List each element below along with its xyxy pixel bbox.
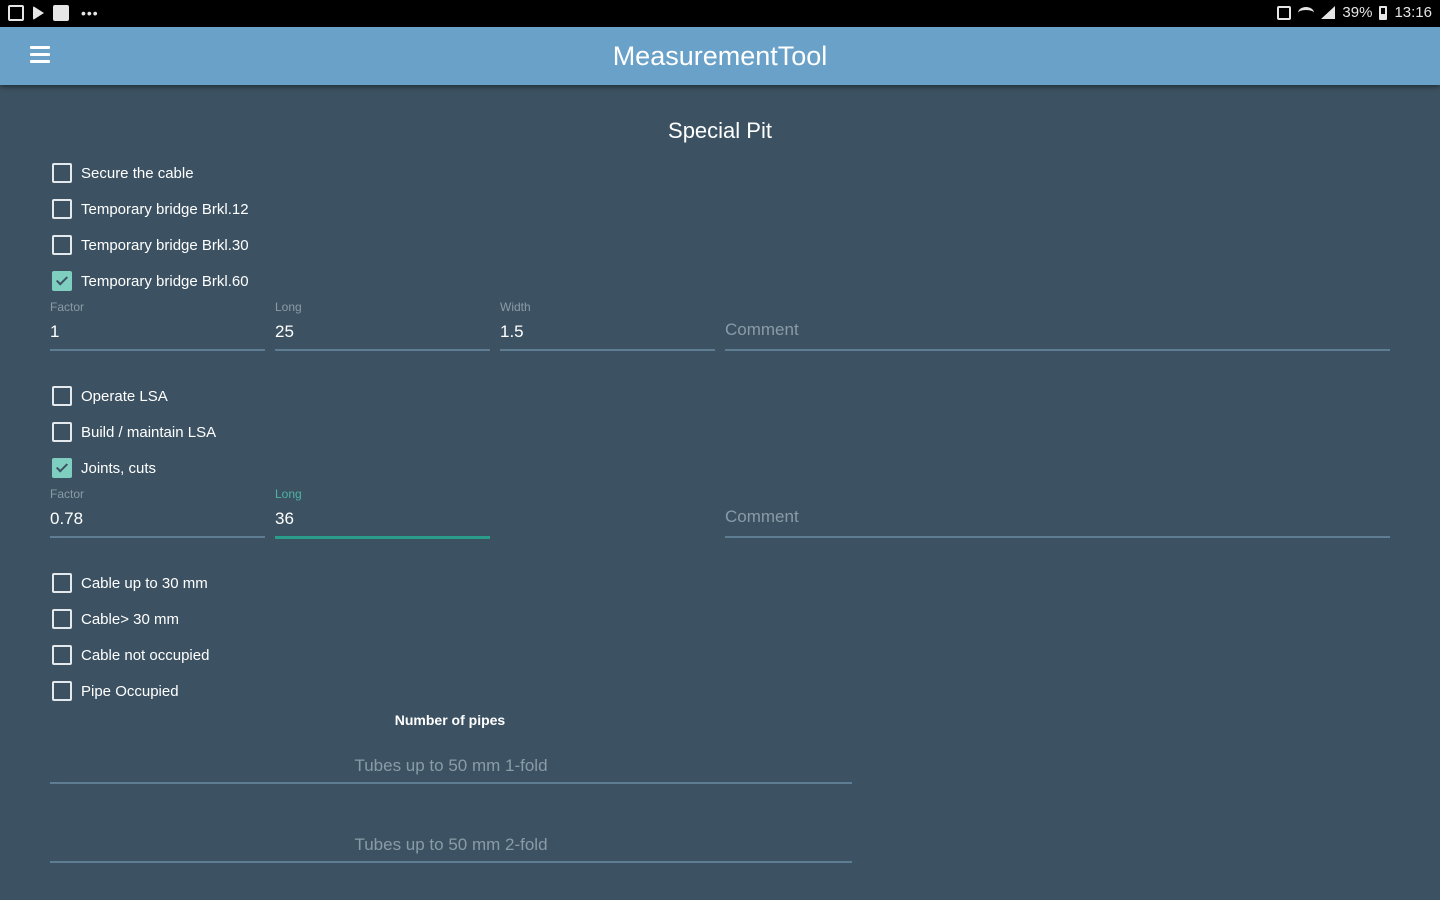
long-field-1[interactable]: Long 25: [275, 300, 490, 356]
width-field-1[interactable]: Width 1.5: [500, 300, 715, 356]
checkbox-label: Secure the cable: [81, 164, 194, 182]
status-left-icons: •••: [8, 5, 99, 21]
check-icon: [55, 273, 69, 286]
field-value[interactable]: 1.5: [500, 322, 524, 342]
field-label: Factor: [50, 300, 85, 314]
checkbox-temp-bridge-30[interactable]: Temporary bridge Brkl.30: [52, 233, 249, 257]
status-bar: ••• 39% 13:16: [0, 0, 1440, 27]
clock: 13:16: [1394, 4, 1432, 21]
checkbox-box[interactable]: [52, 645, 72, 665]
field-placeholder[interactable]: Tubes up to 50 mm 2-fold: [50, 835, 852, 855]
checkbox-temp-bridge-12[interactable]: Temporary bridge Brkl.12: [52, 197, 249, 221]
field-value[interactable]: 1: [50, 322, 59, 342]
checkbox-box[interactable]: [52, 422, 72, 442]
checkbox-operate-lsa[interactable]: Operate LSA: [52, 384, 168, 408]
field-label: Width: [500, 300, 531, 314]
checkbox-pipe-occupied[interactable]: Pipe Occupied: [52, 679, 179, 703]
field-underline: [50, 782, 852, 784]
factor-field-2[interactable]: Factor 0.78: [50, 487, 265, 543]
checkbox-label: Temporary bridge Brkl.30: [81, 236, 249, 254]
field-underline: [50, 861, 852, 863]
tubes-1-fold-input[interactable]: Tubes up to 50 mm 1-fold: [50, 750, 852, 790]
tubes-2-fold-input[interactable]: Tubes up to 50 mm 2-fold: [50, 829, 852, 869]
comment-field-1[interactable]: Comment: [725, 300, 1390, 356]
mute-icon: [1277, 5, 1292, 20]
field-underline: [725, 349, 1390, 351]
battery-icon: [1379, 5, 1388, 20]
field-label: Long: [275, 487, 302, 501]
checkbox-temp-bridge-60[interactable]: Temporary bridge Brkl.60: [52, 269, 249, 293]
status-right: 39% 13:16: [1277, 4, 1432, 21]
checkbox-label: Operate LSA: [81, 387, 168, 405]
checkbox-build-maintain-lsa[interactable]: Build / maintain LSA: [52, 420, 216, 444]
wifi-icon: [1298, 6, 1315, 19]
checkbox-label: Joints, cuts: [81, 459, 157, 477]
checkbox-box[interactable]: [52, 386, 72, 406]
signal-icon: [1321, 6, 1336, 19]
checkbox-box[interactable]: [52, 163, 72, 183]
checkbox-label: Build / maintain LSA: [81, 423, 217, 441]
checkbox-secure-cable[interactable]: Secure the cable: [52, 161, 194, 185]
check-icon: [55, 460, 69, 473]
field-underline: [50, 349, 265, 351]
checkbox-label: Cable not occupied: [81, 646, 210, 664]
checkbox-box[interactable]: [52, 681, 72, 701]
checkbox-box-checked[interactable]: [52, 458, 72, 478]
field-label: Factor: [50, 487, 85, 501]
factor-field-1[interactable]: Factor 1: [50, 300, 265, 356]
play-store-icon: [33, 6, 44, 20]
checkbox-box[interactable]: [52, 573, 72, 593]
checkbox-label: Temporary bridge Brkl.60: [81, 272, 249, 290]
field-underline: [50, 536, 265, 538]
app-bar: MeasurementTool: [0, 27, 1440, 85]
battery-percent: 39%: [1342, 4, 1373, 21]
more-dots-icon: •••: [81, 5, 99, 21]
field-underline: [500, 349, 715, 351]
checkbox-label: Pipe Occupied: [81, 682, 179, 700]
field-underline: [725, 536, 1390, 538]
field-value[interactable]: 36: [275, 509, 294, 529]
checkbox-label: Cable up to 30 mm: [81, 574, 208, 592]
edit-icon: [53, 5, 69, 21]
field-placeholder[interactable]: Tubes up to 50 mm 1-fold: [50, 756, 852, 776]
checkbox-cable-not-occupied[interactable]: Cable not occupied: [52, 643, 209, 667]
checkbox-box-checked[interactable]: [52, 271, 72, 291]
checkbox-label: Temporary bridge Brkl.12: [81, 200, 249, 218]
checkbox-cable-over-30[interactable]: Cable> 30 mm: [52, 607, 179, 631]
page-title: Special Pit: [668, 118, 772, 143]
checkbox-cable-up-to-30[interactable]: Cable up to 30 mm: [52, 571, 208, 595]
image-icon: [8, 5, 24, 21]
checkbox-box[interactable]: [52, 199, 72, 219]
field-placeholder[interactable]: Comment: [725, 507, 799, 527]
field-underline: [275, 349, 490, 351]
long-field-2[interactable]: Long 36: [275, 487, 490, 543]
field-underline-focused: [275, 536, 490, 539]
field-value[interactable]: 0.78: [50, 509, 83, 529]
checkbox-label: Cable> 30 mm: [81, 610, 179, 628]
field-value[interactable]: 25: [275, 322, 294, 342]
number-of-pipes-label: Number of pipes: [394, 712, 506, 728]
field-placeholder[interactable]: Comment: [725, 320, 799, 340]
app-title: MeasurementTool: [612, 41, 828, 71]
comment-field-2[interactable]: Comment: [725, 487, 1390, 543]
field-label: Long: [275, 300, 302, 314]
checkbox-box[interactable]: [52, 609, 72, 629]
checkbox-box[interactable]: [52, 235, 72, 255]
checkbox-joints-cuts[interactable]: Joints, cuts: [52, 456, 156, 480]
